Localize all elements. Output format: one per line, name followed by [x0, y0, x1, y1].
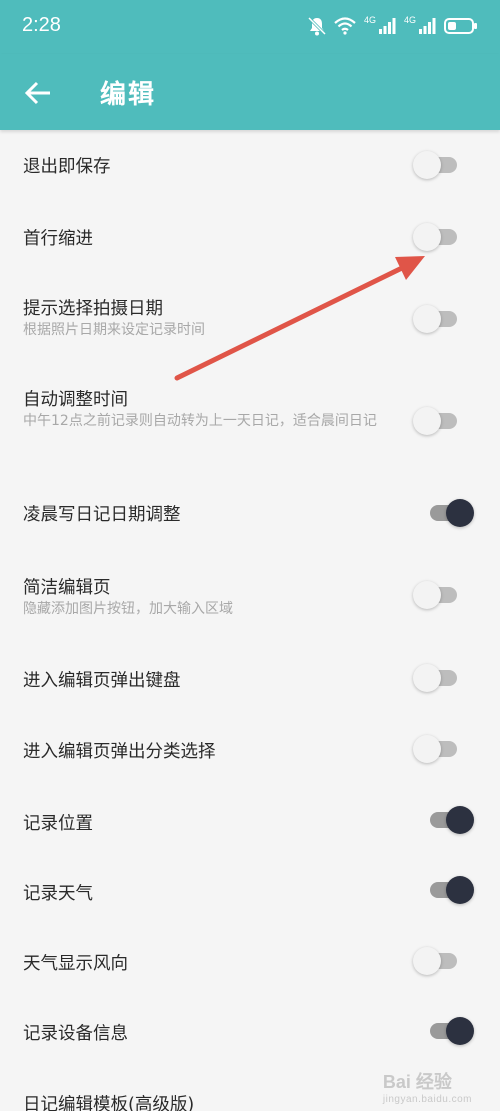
setting-row-prompt-photo-date[interactable]: 提示选择拍摄日期 根据照片日期来设定记录时间 — [0, 270, 500, 362]
setting-toggle[interactable] — [413, 404, 465, 438]
setting-title: 首行缩进 — [23, 229, 93, 249]
setting-title: 自动调整时间 — [23, 390, 128, 410]
setting-toggle[interactable] — [422, 873, 474, 907]
watermark-logo: Bai 经验 jingyan.baidu.com — [383, 1068, 472, 1105]
setting-row-popup-category[interactable]: 进入编辑页弹出分类选择 — [0, 718, 500, 790]
page-title: 编辑 — [100, 80, 157, 110]
status-icons: 4G 4G — [307, 14, 478, 38]
setting-row-weather-wind-direction[interactable]: 天气显示风向 — [0, 932, 500, 1002]
app-bar: 编辑 — [0, 54, 500, 130]
setting-toggle[interactable] — [413, 732, 465, 766]
setting-toggle[interactable] — [413, 578, 465, 612]
setting-subtitle: 中午12点之前记录则自动转为上一天日记，适合晨间日记 — [23, 413, 377, 429]
setting-subtitle: 根据照片日期来设定记录时间 — [23, 322, 205, 338]
network-type-label: 4G — [403, 15, 416, 25]
setting-subtitle: 隐藏添加图片按钮，加大输入区域 — [23, 601, 233, 617]
setting-toggle[interactable] — [413, 220, 465, 254]
setting-row-record-location[interactable]: 记录位置 — [0, 790, 500, 860]
setting-toggle[interactable] — [422, 803, 474, 837]
watermark-text: Bai 经验 — [382, 1072, 452, 1092]
setting-toggle[interactable] — [422, 1014, 474, 1048]
mute-bell-icon — [307, 16, 326, 36]
setting-toggle[interactable] — [422, 496, 474, 530]
back-button[interactable] — [22, 76, 56, 110]
setting-title: 记录设备信息 — [23, 1024, 128, 1044]
signal-icon — [378, 18, 396, 34]
setting-title: 退出即保存 — [23, 157, 111, 177]
battery-icon — [444, 18, 477, 34]
setting-title: 简洁编辑页 — [23, 578, 111, 598]
setting-row-first-line-indent[interactable]: 首行缩进 — [0, 200, 500, 270]
setting-toggle[interactable] — [413, 302, 465, 336]
signal-icon — [419, 18, 436, 34]
setting-title: 进入编辑页弹出分类选择 — [23, 742, 216, 762]
setting-toggle[interactable] — [413, 661, 465, 695]
arrow-left-icon — [24, 81, 50, 105]
setting-title: 记录位置 — [23, 814, 93, 834]
status-bar: 2:28 4G 4G — [0, 0, 500, 54]
setting-row-early-morning-date[interactable]: 凌晨写日记日期调整 — [0, 474, 500, 550]
wifi-icon — [334, 17, 356, 35]
setting-title: 进入编辑页弹出键盘 — [23, 671, 181, 691]
setting-toggle[interactable] — [413, 148, 465, 182]
status-time: 2:28 — [22, 14, 61, 36]
setting-toggle[interactable] — [413, 944, 465, 978]
setting-title: 天气显示风向 — [23, 954, 128, 974]
setting-row-record-weather[interactable]: 记录天气 — [0, 860, 500, 932]
setting-row-record-device-info[interactable]: 记录设备信息 — [0, 1002, 500, 1072]
watermark-sub: jingyan.baidu.com — [382, 1094, 472, 1105]
setting-row-simple-edit-page[interactable]: 简洁编辑页 隐藏添加图片按钮，加大输入区域 — [0, 550, 500, 646]
setting-row-popup-keyboard[interactable]: 进入编辑页弹出键盘 — [0, 646, 500, 718]
setting-row-save-on-exit[interactable]: 退出即保存 — [0, 130, 500, 200]
setting-row-auto-adjust-time[interactable]: 自动调整时间 中午12点之前记录则自动转为上一天日记，适合晨间日记 — [0, 362, 500, 474]
network-type-label: 4G — [363, 15, 376, 25]
setting-title: 凌晨写日记日期调整 — [23, 505, 181, 525]
setting-title: 日记编辑模板(高级版) — [23, 1095, 195, 1111]
setting-title: 提示选择拍摄日期 — [23, 299, 163, 319]
setting-title: 记录天气 — [23, 884, 93, 904]
